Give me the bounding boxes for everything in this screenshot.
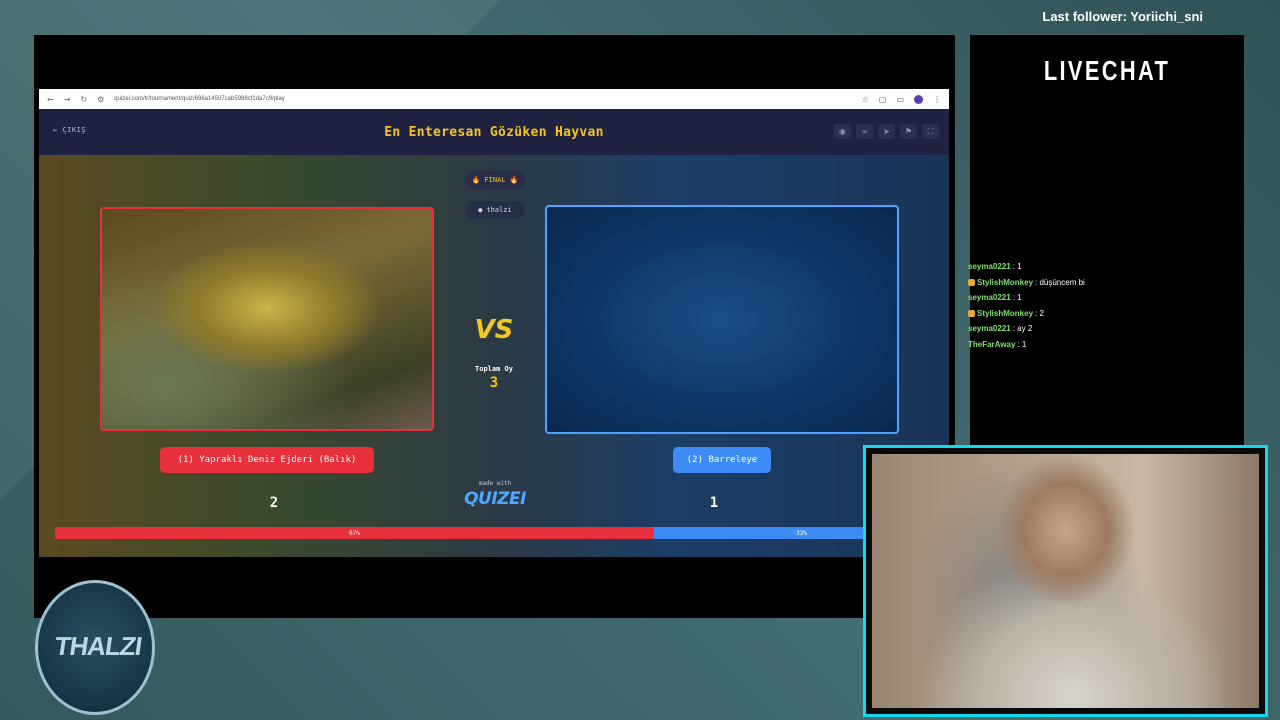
vs-icon: VS (474, 315, 514, 345)
site-info-icon[interactable]: ⚙ (97, 95, 104, 104)
chat-username: seyma0221 (968, 324, 1011, 334)
fullscreen-icon[interactable]: ⛶ (922, 124, 939, 139)
reload-icon[interactable]: ↻ (80, 95, 87, 104)
chat-username: TheFarAway (968, 339, 1016, 349)
chat-text: : 1 (1017, 339, 1027, 349)
chat-message: seyma0221 : 1 (968, 290, 1244, 306)
total-votes-label: Toplam Oy (475, 365, 513, 373)
chat-text: : 2 (1035, 308, 1044, 318)
livechat-title: LIVECHAT (1043, 55, 1171, 86)
chat-text: : 1 (1012, 262, 1022, 272)
chat-text: : düşüncem bi (1035, 277, 1085, 287)
chat-message-list: seyma0221 : 1 StylishMonkey : düşüncem bi… (968, 259, 1244, 352)
vote-progress-bar: 67% 33% (55, 527, 949, 539)
host-avatar-icon: ● (478, 206, 483, 214)
vote-count-left: 2 (269, 495, 279, 511)
chat-username: StylishMonkey (977, 277, 1034, 287)
url-field[interactable]: quizei.com/tr/tournament/quiz/696a14507c… (114, 96, 851, 102)
flag-icon[interactable]: ⚑ (900, 124, 917, 139)
chat-text: : ay 2 (1012, 324, 1033, 334)
browser-window: ← → ↻ ⚙ quizei.com/tr/tournament/quiz/69… (39, 89, 949, 557)
header-tools: ◉ ∞ ➤ ⚑ ⛶ (834, 124, 939, 139)
vote-percent-right: 33% (796, 529, 807, 537)
vote-percent-left: 67% (349, 529, 360, 537)
livechat-panel: LIVECHAT seyma0221 : 1 StylishMonkey : dü… (968, 35, 1244, 455)
choice-button-right[interactable]: (2) Barreleye (673, 447, 771, 473)
chat-message: StylishMonkey : 2 (968, 306, 1244, 322)
choice-image-left[interactable] (100, 207, 434, 431)
webcam-video (872, 454, 1259, 708)
channel-logo: THALZI (35, 580, 155, 715)
browser-tools: ☆ ▢ ▭ ⋮ (862, 94, 941, 104)
chat-username: seyma0221 (968, 262, 1011, 272)
fire-icon: 🔥 (471, 176, 481, 184)
downloads-icon[interactable]: ▭ (896, 95, 904, 104)
link-icon[interactable]: ∞ (856, 124, 873, 139)
vote-count-right: 1 (709, 495, 719, 511)
subscriber-badge-icon (968, 278, 975, 286)
choice-button-left[interactable]: (1) Yapraklı Deniz Ejderi (Balık) (160, 447, 374, 473)
quiz-stage: 🔥 FİNAL 🔥 ● thalzi VS Toplam Oy 3 (1) Ya… (39, 155, 949, 557)
chat-username: StylishMonkey (977, 308, 1034, 318)
chat-message: seyma0221 : ay 2 (968, 321, 1244, 337)
chat-username: seyma0221 (968, 293, 1011, 303)
quiz-header: ← ÇIKIŞ En Enteresan Gözüken Hayvan ◉ ∞ … (39, 109, 949, 155)
made-with-label: made with (478, 480, 512, 487)
exit-button[interactable]: ← ÇIKIŞ (53, 126, 86, 134)
forward-icon[interactable]: → (64, 95, 71, 104)
extensions-icon[interactable]: ▢ (879, 95, 887, 104)
total-votes-value: 3 (489, 375, 499, 391)
subscriber-badge-icon (968, 309, 975, 317)
exit-label: ÇIKIŞ (62, 126, 87, 134)
fire-icon: 🔥 (509, 176, 519, 184)
webcam-frame (863, 445, 1268, 717)
profile-avatar[interactable] (914, 94, 923, 104)
arrow-left-icon: ← (53, 126, 58, 134)
choice-image-right[interactable] (545, 205, 899, 434)
chat-message: seyma0221 : 1 (968, 259, 1244, 275)
host-badge: ● thalzi (465, 201, 525, 219)
menu-dots-icon[interactable]: ⋮ (933, 95, 941, 104)
chat-message: TheFarAway : 1 (968, 337, 1244, 353)
host-name: thalzi (486, 206, 512, 214)
back-icon[interactable]: ← (47, 95, 54, 104)
round-label: FİNAL (484, 176, 506, 184)
brand-logo: QUIZEI (464, 489, 526, 509)
bookmark-star-icon[interactable]: ☆ (862, 95, 869, 104)
chat-text: : 1 (1012, 293, 1022, 303)
share-icon[interactable]: ➤ (878, 124, 895, 139)
quiz-title: En Enteresan Gözüken Hayvan (384, 124, 604, 140)
address-bar: ← → ↻ ⚙ quizei.com/tr/tournament/quiz/69… (39, 89, 949, 109)
chat-message: StylishMonkey : düşüncem bi (968, 275, 1244, 291)
last-follower-text: Last follower: Yoriichi_sni (1042, 9, 1203, 24)
round-badge: 🔥 FİNAL 🔥 (465, 171, 525, 189)
eye-icon[interactable]: ◉ (834, 124, 851, 139)
channel-logo-text: THALZI (52, 631, 144, 661)
vote-bar-left: 67% (55, 527, 654, 539)
